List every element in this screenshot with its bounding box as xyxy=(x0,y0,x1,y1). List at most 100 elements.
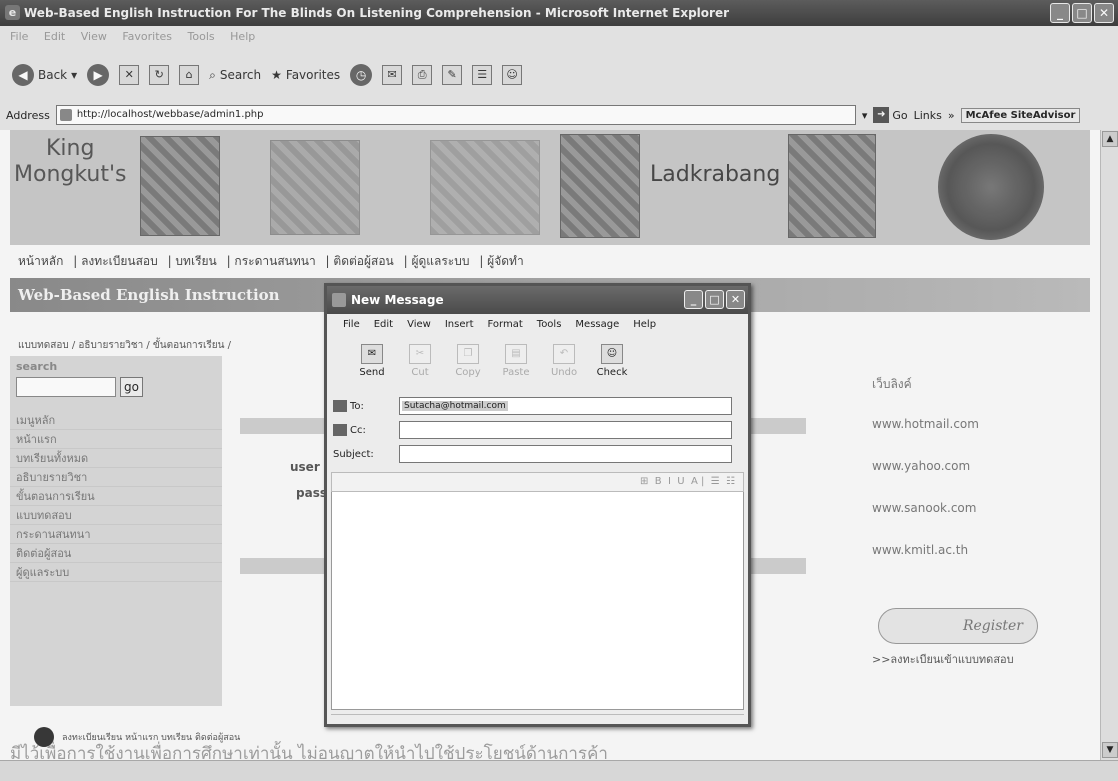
underline-icon[interactable]: U xyxy=(677,476,684,487)
link-sanook[interactable]: www.sanook.com xyxy=(872,501,979,543)
sidebar-item-all-lessons[interactable]: บทเรียนทั้งหมด xyxy=(10,449,222,468)
subject-field[interactable] xyxy=(399,445,732,463)
site-banner: King Mongkut's Ladkrabang xyxy=(10,130,1090,245)
nav-register-exam[interactable]: | ลงทะเบียนสอบ xyxy=(73,254,158,268)
to-recipient: Sutacha@hotmail.com xyxy=(402,401,508,411)
to-field-label[interactable]: To: xyxy=(333,400,399,412)
print-button[interactable]: ⎙ xyxy=(412,65,433,85)
ie-icon: e xyxy=(5,5,20,20)
register-button[interactable]: Register xyxy=(878,608,1038,644)
menu-tools[interactable]: Tools xyxy=(188,30,215,43)
to-row: To: Sutacha@hotmail.com xyxy=(333,394,742,418)
nav-home[interactable]: หน้าหลัก xyxy=(18,254,63,268)
sidebar-item-contact[interactable]: ติดต่อผู้สอน xyxy=(10,544,222,563)
send-button[interactable]: ✉ Send xyxy=(355,344,389,378)
search-go-button[interactable]: go xyxy=(120,377,143,397)
message-body[interactable] xyxy=(331,492,744,710)
minimize-button[interactable]: _ xyxy=(1050,3,1070,23)
history-button[interactable]: ◷ xyxy=(350,64,373,86)
dialog-maximize-button[interactable]: □ xyxy=(705,290,724,309)
links-heading: เว็บลิงค์ xyxy=(872,377,912,391)
sidebar-item-webboard[interactable]: กระดานสนทนา xyxy=(10,525,222,544)
maximize-button[interactable]: □ xyxy=(1072,3,1092,23)
banner-image-5 xyxy=(788,134,876,238)
password-label: pass xyxy=(296,486,327,500)
menu-edit[interactable]: Edit xyxy=(44,30,65,43)
favorites-button[interactable]: ★ Favorites xyxy=(271,68,340,82)
vertical-scrollbar[interactable]: ▲ ▼ xyxy=(1100,130,1118,760)
dialog-close-button[interactable]: ✕ xyxy=(726,290,745,309)
back-button[interactable]: ◀ Back ▾ xyxy=(12,64,77,86)
nav-lessons[interactable]: | บทเรียน xyxy=(168,254,217,268)
sidebar-item-tests[interactable]: แบบทดสอบ xyxy=(10,506,222,525)
address-label: Address xyxy=(6,108,50,122)
nav-admin[interactable]: | ผู้ดูแลระบบ xyxy=(404,254,470,268)
link-kmitl[interactable]: www.kmitl.ac.th xyxy=(872,543,979,585)
scroll-up-icon[interactable]: ▲ xyxy=(1102,131,1118,147)
search-button[interactable]: ⌕ Search xyxy=(209,68,261,83)
dialog-menu-message[interactable]: Message xyxy=(575,314,619,336)
sidebar-item-course-description[interactable]: อธิบายรายวิชา xyxy=(10,468,222,487)
university-seal-logo xyxy=(938,134,1044,240)
refresh-button[interactable]: ↻ xyxy=(149,65,170,85)
register-link[interactable]: >>ลงทะเบียนเข้าแบบทดสอบ xyxy=(872,650,1014,668)
font-color-icon[interactable]: A xyxy=(691,476,698,487)
numbered-list-icon[interactable]: ☰ xyxy=(711,476,720,487)
chevron-right-icon[interactable]: » xyxy=(948,109,955,122)
paste-button[interactable]: ▤ Paste xyxy=(499,344,533,378)
mcafee-button[interactable]: McAfee SiteAdvisor xyxy=(960,107,1081,123)
italic-icon[interactable]: I xyxy=(668,476,671,487)
menu-file[interactable]: File xyxy=(10,30,28,43)
forward-button[interactable]: ▶ xyxy=(87,64,110,86)
check-button[interactable]: ☺ Check xyxy=(595,344,629,378)
dialog-menu-view[interactable]: View xyxy=(407,314,431,336)
font-size-icon[interactable]: ⊞ xyxy=(640,476,648,487)
home-button[interactable]: ⌂ xyxy=(179,65,200,85)
go-button[interactable]: ➜ Go xyxy=(873,107,908,123)
scissors-icon: ✂ xyxy=(409,344,431,364)
dialog-menu-help[interactable]: Help xyxy=(633,314,656,336)
undo-button[interactable]: ↶ Undo xyxy=(547,344,581,378)
nav-contact[interactable]: | ติดต่อผู้สอน xyxy=(326,254,394,268)
dialog-menu-tools[interactable]: Tools xyxy=(537,314,562,336)
dialog-window-controls: _ □ ✕ xyxy=(684,290,745,309)
sidebar-item-learning-steps[interactable]: ขั้นตอนการเรียน xyxy=(10,487,222,506)
bullet-list-icon[interactable]: ☷ xyxy=(726,476,735,487)
back-arrow-icon: ◀ xyxy=(12,64,34,86)
cc-row: Cc: xyxy=(333,418,742,442)
edit-button[interactable]: ✎ xyxy=(442,65,463,85)
links-label[interactable]: Links xyxy=(914,109,942,122)
new-message-titlebar: New Message _ □ ✕ xyxy=(327,286,748,314)
formatting-toolbar: ⊞ B I U A | ☰ ☷ xyxy=(331,472,744,492)
bold-icon[interactable]: B xyxy=(655,476,662,487)
address-dropdown-icon[interactable]: ▾ xyxy=(862,109,868,122)
menu-favorites[interactable]: Favorites xyxy=(122,30,172,43)
cc-field-label[interactable]: Cc: xyxy=(333,424,399,436)
nav-authors[interactable]: | ผู้จัดทำ xyxy=(479,254,523,268)
site-nav: หน้าหลัก | ลงทะเบียนสอบ | บทเรียน | กระด… xyxy=(18,252,530,271)
dialog-menu-edit[interactable]: Edit xyxy=(374,314,393,336)
sidebar-item-home[interactable]: หน้าแรก xyxy=(10,430,222,449)
address-book-icon xyxy=(333,400,347,412)
stop-button[interactable]: ✕ xyxy=(119,65,140,85)
sidebar-item-admin[interactable]: ผู้ดูแลระบบ xyxy=(10,563,222,582)
to-field[interactable]: Sutacha@hotmail.com xyxy=(399,397,732,415)
discuss-button[interactable]: ☰ xyxy=(472,65,493,85)
dialog-minimize-button[interactable]: _ xyxy=(684,290,703,309)
mail-button[interactable]: ✉ xyxy=(382,65,403,85)
address-input[interactable]: http://localhost/webbase/admin1.php xyxy=(55,105,856,125)
dialog-menu-file[interactable]: File xyxy=(343,314,360,336)
cut-button[interactable]: ✂ Cut xyxy=(403,344,437,378)
dialog-menu-insert[interactable]: Insert xyxy=(445,314,474,336)
messenger-button[interactable]: ☺ xyxy=(502,65,523,85)
search-input[interactable] xyxy=(16,377,116,397)
menu-view[interactable]: View xyxy=(81,30,107,43)
copy-button[interactable]: ❐ Copy xyxy=(451,344,485,378)
dialog-menu-format[interactable]: Format xyxy=(488,314,523,336)
cc-field[interactable] xyxy=(399,421,732,439)
menu-help[interactable]: Help xyxy=(230,30,255,43)
close-button[interactable]: ✕ xyxy=(1094,3,1114,23)
nav-webboard[interactable]: | กระดานสนทนา xyxy=(227,254,316,268)
link-yahoo[interactable]: www.yahoo.com xyxy=(872,459,979,501)
link-hotmail[interactable]: www.hotmail.com xyxy=(872,417,979,459)
